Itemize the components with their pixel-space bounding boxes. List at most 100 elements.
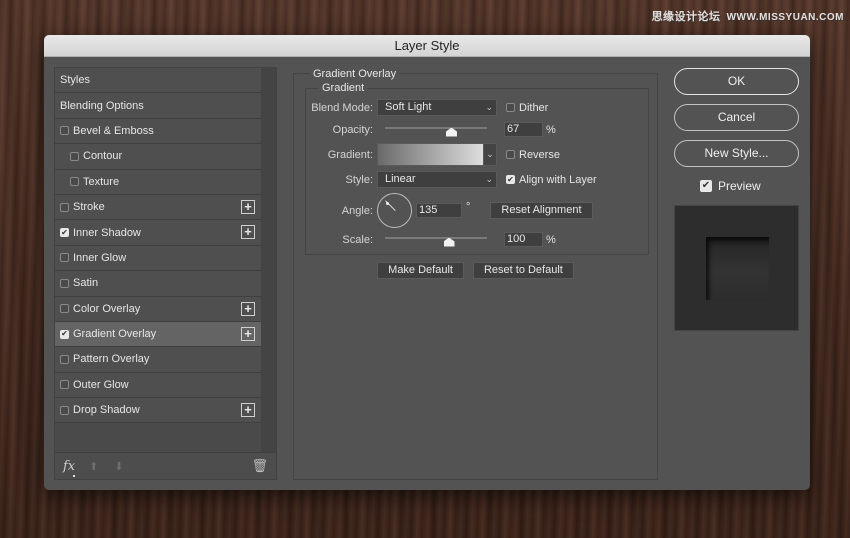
sidebar-item-texture[interactable]: Texture [55,169,261,195]
fx-menu-button[interactable]: fx [63,459,76,477]
sidebar-item-stroke[interactable]: Stroke + [55,194,261,221]
blend-mode-row: Blend Mode: Soft Light ⌄ Dither [306,99,548,116]
angle-input[interactable]: 135 [416,203,462,218]
sidebar-item-color-overlay[interactable]: Color Overlay + [55,296,261,322]
trash-icon[interactable]: 🗑 [251,458,268,474]
angle-dial[interactable] [377,193,412,228]
sidebar-item-inner-glow[interactable]: Inner Glow [55,245,261,272]
add-effect-plus-icon[interactable]: + [241,326,255,341]
styles-list-panel: Styles Blending Options Bevel & Emboss Cont… [54,67,277,480]
angle-dial-dot [385,201,389,205]
gradient-swatch[interactable] [377,143,484,166]
gradient-label: Gradient: [327,148,373,161]
make-default-button[interactable]: Make Default [377,262,464,279]
sidebar-item-label: Contour [83,150,123,163]
scale-slider[interactable] [385,234,487,247]
sidebar-item-label: Drop Shadow [73,404,140,417]
layer-style-dialog: Layer Style Styles Blending Options Bevel … [44,35,810,490]
preview-checkbox-box[interactable]: ✔ [700,180,712,192]
default-buttons: Make Default Reset to Default [294,262,657,279]
align-with-layer-checkbox-box[interactable]: ✔ [506,175,515,184]
sidebar-item-blending-options[interactable]: Blending Options [55,93,261,119]
sidebar-item-checkbox[interactable] [60,405,69,415]
sidebar-item-label: Pattern Overlay [73,353,150,366]
sidebar-item-label: Inner Glow [73,251,127,264]
style-preview [674,205,799,331]
dialog-title: Layer Style [44,35,810,57]
sidebar-item-checkbox[interactable] [60,304,69,314]
sidebar-item-checkbox[interactable] [60,253,69,263]
sidebar-item-inner-shadow[interactable]: ✔ Inner Shadow + [55,220,261,246]
opacity-slider[interactable] [385,124,487,137]
angle-unit: ° [466,201,471,213]
sidebar-item-drop-shadow[interactable]: Drop Shadow + [55,398,261,424]
reset-to-default-button[interactable]: Reset to Default [472,262,574,279]
add-effect-plus-icon[interactable]: + [241,199,255,214]
cancel-button[interactable]: Cancel [674,104,799,131]
sidebar-item-label: Inner Shadow [73,226,141,239]
sidebar-item-outer-glow[interactable]: Outer Glow [55,372,261,399]
opacity-label: Opacity: [332,123,373,136]
sidebar-item-checkbox[interactable] [60,278,69,288]
gradient-overlay-panel: Gradient Overlay Gradient Blend Mode: So… [293,68,658,480]
sidebar-item-label: Blending Options [60,99,144,112]
angle-label: Angle: [341,204,373,217]
styles-list: Styles Blending Options Bevel & Emboss Cont… [55,68,261,424]
reverse-checkbox-box[interactable] [506,150,515,159]
sidebar-item-label: Outer Glow [73,378,129,391]
sidebar-item-pattern-overlay[interactable]: Pattern Overlay [55,347,261,373]
style-value: Linear [385,173,416,185]
blend-mode-label: Blend Mode: [311,101,373,114]
styles-list-footer: fx ⬆ ⬇ 🗑 [55,452,276,479]
sidebar-item-checkbox[interactable] [70,177,79,187]
sidebar-item-bevel-emboss[interactable]: Bevel & Emboss [55,118,261,145]
style-preview-swatch [706,237,769,300]
reset-alignment-button[interactable]: Reset Alignment [490,202,593,219]
gradient-group: Gradient Blend Mode: Soft Light ⌄ Dither… [305,82,649,255]
opacity-input[interactable]: 67 [504,122,543,137]
sidebar-item-styles[interactable]: Styles [55,68,261,94]
move-up-icon[interactable]: ⬆ [89,460,98,473]
scale-input[interactable]: 100 [504,232,543,247]
sidebar-item-checkbox[interactable] [60,126,69,136]
align-with-layer-checkbox[interactable]: ✔ Align with Layer [506,174,597,186]
chevron-down-icon: ⌄ [485,174,493,184]
watermark: 思缘设计论坛 WWW.MISSYUAN.COM [652,8,844,24]
styles-list-scrollbar[interactable] [261,68,276,453]
blend-mode-value: Soft Light [385,101,432,113]
dither-checkbox[interactable]: Dither [506,102,548,114]
reverse-label: Reverse [519,148,560,161]
watermark-url: WWW.MISSYUAN.COM [726,12,844,23]
move-down-icon[interactable]: ⬇ [114,460,123,473]
sidebar-item-label: Styles [60,74,90,87]
sidebar-item-label: Color Overlay [73,302,141,315]
add-effect-plus-icon[interactable]: + [241,403,255,418]
gradient-picker-chevron-icon[interactable]: ⌄ [484,143,497,166]
sidebar-item-checkbox[interactable] [60,380,69,390]
sidebar-item-gradient-overlay[interactable]: ✔ Gradient Overlay + [55,321,261,348]
sidebar-item-checkbox[interactable]: ✔ [60,329,69,339]
sidebar-item-satin[interactable]: Satin [55,271,261,297]
sidebar-item-checkbox[interactable] [60,354,69,364]
sidebar-item-checkbox[interactable] [60,202,69,212]
dither-checkbox-box[interactable] [506,103,515,112]
sidebar-item-label: Bevel & Emboss [73,124,154,137]
scale-row: Scale: 100 % [306,232,556,247]
gradient-row: Gradient: ⌄ Reverse [306,143,560,166]
preview-checkbox[interactable]: ✔ Preview [700,179,761,193]
opacity-slider-track [385,126,487,129]
sidebar-item-checkbox[interactable] [70,151,79,161]
ok-button[interactable]: OK [674,68,799,95]
add-effect-plus-icon[interactable]: + [241,301,255,316]
scale-slider-thumb[interactable] [443,237,455,247]
reverse-checkbox[interactable]: Reverse [506,149,560,161]
sidebar-item-label: Gradient Overlay [73,328,157,341]
style-select[interactable]: Linear ⌄ [377,171,497,188]
add-effect-plus-icon[interactable]: + [241,225,255,240]
sidebar-item-contour[interactable]: Contour [55,144,261,170]
opacity-row: Opacity: 67 % [306,122,556,137]
opacity-slider-thumb[interactable] [445,127,457,137]
blend-mode-select[interactable]: Soft Light ⌄ [377,99,497,116]
sidebar-item-checkbox[interactable]: ✔ [60,228,69,238]
new-style-button[interactable]: New Style... [674,140,799,167]
